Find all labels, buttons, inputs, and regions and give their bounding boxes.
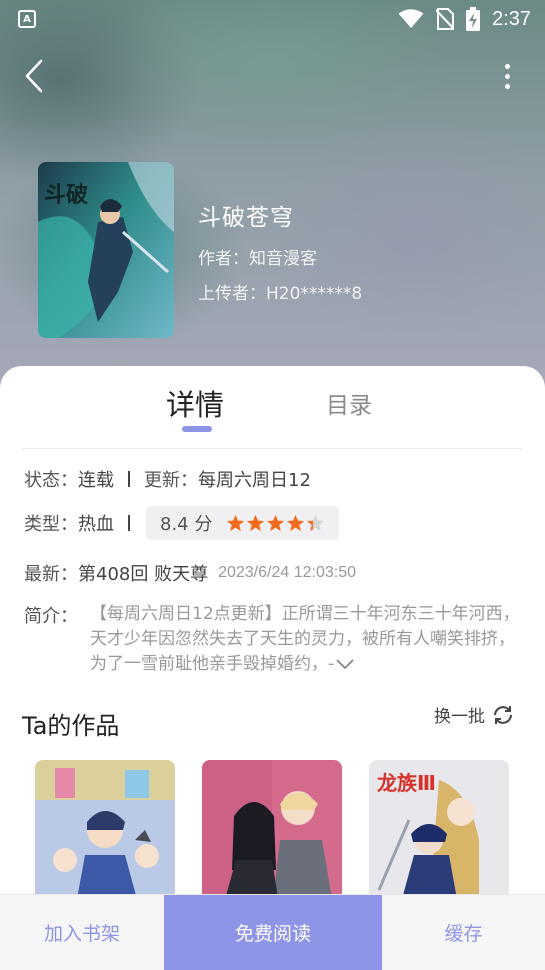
refresh-batch-button[interactable]: 换一批 xyxy=(434,702,515,727)
wifi-icon xyxy=(398,9,424,28)
intro-label: 简介： xyxy=(24,606,78,627)
refresh-label: 换一批 xyxy=(434,707,485,727)
more-dot-icon xyxy=(504,73,510,79)
more-options-button[interactable] xyxy=(497,58,517,94)
back-button[interactable] xyxy=(24,54,64,98)
latest-chapter: 第408回 败天尊 xyxy=(78,564,209,585)
separator xyxy=(128,471,130,487)
notification-a-icon: A xyxy=(18,10,36,28)
work-cover-3[interactable]: 龙族Ⅲ xyxy=(369,760,509,910)
chevron-left-icon xyxy=(25,59,43,93)
rating-box: 8.4 分 xyxy=(146,506,340,540)
work-artwork xyxy=(35,760,175,910)
chevron-down-icon[interactable] xyxy=(336,659,354,669)
work-artwork: 龙族Ⅲ xyxy=(369,760,509,910)
status-row: 状态： 连载 更新： 每周六周日12 xyxy=(24,466,311,492)
add-to-shelf-button[interactable]: 加入书架 xyxy=(0,895,164,970)
free-read-button[interactable]: 免费阅读 xyxy=(164,895,382,970)
battery-charging-icon xyxy=(466,7,481,31)
star-icon xyxy=(227,514,245,531)
divider xyxy=(22,448,522,449)
svg-text:龙族Ⅲ: 龙族Ⅲ xyxy=(377,771,436,795)
book-title: 斗破苍穹 xyxy=(198,205,294,231)
star-icon xyxy=(267,514,285,531)
tab-catalog[interactable]: 目录 xyxy=(326,386,372,420)
book-uploader: 上传者：H20******8 xyxy=(198,284,363,304)
more-dot-icon xyxy=(504,83,510,89)
bottom-action-bar: 加入书架 免费阅读 缓存 xyxy=(0,894,545,970)
type-value: 热血 xyxy=(78,514,114,535)
intro-content: 【每周六周日12点更新】正所谓三十年河东三十年河西，天才少年因忽然失去了天生的灵… xyxy=(90,604,520,674)
works-title: Ta的作品 xyxy=(22,712,120,740)
rating-score: 8.4 分 xyxy=(160,514,213,535)
intro-text: 【每周六周日12点更新】正所谓三十年河东三十年河西，天才少年因忽然失去了天生的灵… xyxy=(90,602,524,677)
cache-button[interactable]: 缓存 xyxy=(382,895,545,970)
more-dot-icon xyxy=(504,63,510,69)
status-time: 2:37 xyxy=(492,7,531,30)
work-cover-2[interactable] xyxy=(202,760,342,910)
top-nav xyxy=(0,50,545,100)
tab-details[interactable]: 详情 xyxy=(166,382,224,424)
star-icon xyxy=(287,514,305,531)
active-tab-indicator xyxy=(182,426,212,432)
latest-row[interactable]: 最新： 第408回 败天尊 2023/6/24 12:03:50 xyxy=(24,560,356,586)
tab-bar: 详情 目录 xyxy=(0,366,545,448)
latest-label: 最新： xyxy=(24,564,78,585)
detail-card: 详情 目录 状态： 连载 更新： 每周六周日12 类型： 热血 8.4 分 最新… xyxy=(0,366,545,970)
latest-time: 2023/6/24 12:03:50 xyxy=(218,564,356,581)
work-artwork xyxy=(202,760,342,910)
type-row: 类型： 热血 8.4 分 xyxy=(24,506,340,540)
status-bar: A 2:37 xyxy=(0,0,545,38)
no-sim-icon xyxy=(436,8,455,30)
cover-artwork: 斗破 xyxy=(38,162,174,338)
star-partial-icon xyxy=(307,514,325,531)
rating-stars xyxy=(226,514,325,533)
book-author: 作者：知音漫客 xyxy=(198,249,317,269)
book-cover[interactable]: 斗破 xyxy=(38,162,174,338)
separator xyxy=(128,515,130,531)
status-value: 连载 xyxy=(78,470,114,491)
svg-text:斗破: 斗破 xyxy=(44,182,88,208)
work-cover-1[interactable] xyxy=(35,760,175,910)
type-label: 类型： xyxy=(24,514,78,535)
update-label: 更新： xyxy=(144,470,198,491)
update-value: 每周六周日12 xyxy=(198,470,311,491)
refresh-icon xyxy=(494,705,512,724)
star-icon xyxy=(247,514,265,531)
intro-section[interactable]: 简介： 【每周六周日12点更新】正所谓三十年河东三十年河西，天才少年因忽然失去了… xyxy=(24,602,524,677)
book-info: 斗破苍穹 作者：知音漫客 上传者：H20******8 xyxy=(198,198,362,314)
status-label: 状态： xyxy=(24,470,78,491)
